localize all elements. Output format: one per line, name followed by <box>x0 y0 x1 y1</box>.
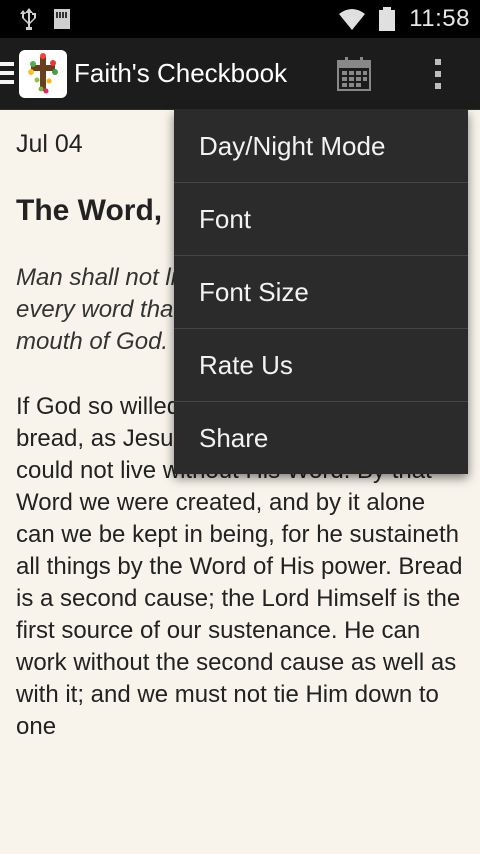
menu-item-day-night-mode[interactable]: Day/Night Mode <box>174 110 468 183</box>
overflow-menu: Day/Night Mode Font Font Size Rate Us Sh… <box>174 110 468 474</box>
status-right: 11:58 <box>339 5 470 33</box>
usb-icon <box>20 8 36 30</box>
battery-icon <box>379 7 396 31</box>
calendar-icon[interactable] <box>336 56 372 92</box>
status-left <box>20 8 70 30</box>
app-cross-icon[interactable] <box>19 50 67 98</box>
entry-title: The Word, <box>16 194 163 227</box>
action-bar: Faith's Checkbook <box>0 38 480 110</box>
menu-item-font-size[interactable]: Font Size <box>174 256 468 329</box>
menu-item-font[interactable]: Font <box>174 183 468 256</box>
app-title: Faith's Checkbook <box>74 58 288 88</box>
drawer-icon[interactable] <box>0 62 16 86</box>
clock: 11:58 <box>409 5 470 32</box>
wifi-icon <box>339 9 366 30</box>
menu-item-rate-us[interactable]: Rate Us <box>174 329 468 402</box>
overflow-menu-icon[interactable] <box>426 56 450 92</box>
entry-date: Jul 04 <box>16 130 83 158</box>
sd-card-icon <box>54 9 70 29</box>
menu-item-share[interactable]: Share <box>174 402 468 475</box>
status-bar: 11:58 <box>0 0 480 38</box>
